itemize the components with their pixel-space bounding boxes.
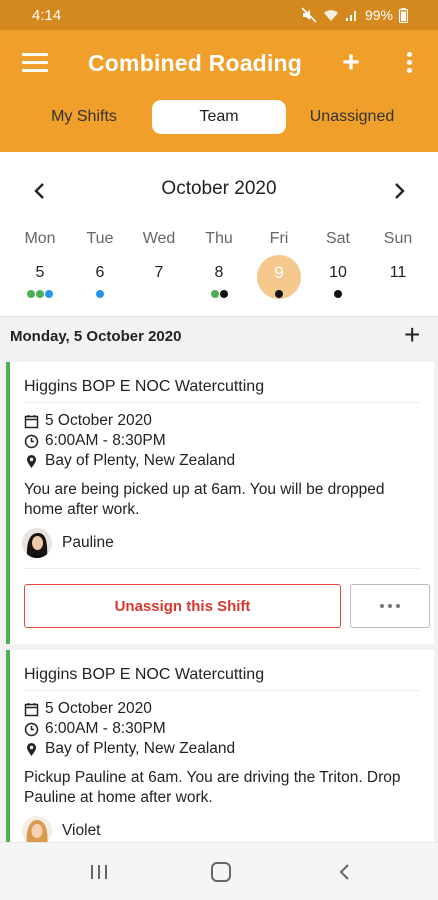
- event-dot: [36, 290, 44, 298]
- avatar: [22, 528, 52, 558]
- app-bar: Combined Roading +: [0, 30, 438, 100]
- shift-location: Bay of Plenty, New Zealand: [45, 452, 236, 469]
- more-options-button[interactable]: [350, 584, 430, 628]
- weekday-label: Sat: [325, 230, 350, 247]
- event-dot: [210, 290, 219, 298]
- event-dots: [315, 290, 361, 298]
- calendar-day[interactable]: 10: [315, 258, 361, 304]
- clock-icon: [24, 722, 39, 736]
- weekday-label: Sun: [383, 230, 413, 247]
- event-dot: [45, 290, 53, 298]
- calendar-day[interactable]: 6: [77, 258, 123, 304]
- clock-icon: [24, 434, 39, 448]
- hamburger-menu-icon[interactable]: [22, 53, 48, 77]
- battery-icon: [399, 7, 408, 23]
- day-number: 8: [214, 264, 224, 281]
- day-number: 7: [154, 264, 164, 281]
- shift-card[interactable]: Higgins BOP E NOC Watercutting 5 October…: [6, 650, 434, 846]
- calendar-icon: [24, 702, 39, 716]
- divider: [24, 568, 420, 569]
- event-dots: [196, 290, 242, 298]
- calendar-day[interactable]: 5: [17, 258, 63, 304]
- weekday-label: Thu: [205, 230, 233, 247]
- assignee-name: Violet: [62, 822, 101, 839]
- day-number: 9: [274, 263, 284, 282]
- shift-location: Bay of Plenty, New Zealand: [45, 740, 236, 757]
- event-dot: [27, 290, 35, 298]
- chevron-right-icon[interactable]: [384, 176, 414, 206]
- calendar-icon: [24, 414, 39, 428]
- event-dot: [275, 290, 283, 298]
- status-icons: 99%: [301, 7, 408, 23]
- event-dots: [17, 290, 63, 298]
- calendar-day[interactable]: 11: [375, 258, 421, 304]
- event-dots: [77, 290, 123, 298]
- home-icon[interactable]: [206, 859, 236, 885]
- wifi-icon: [323, 10, 338, 21]
- back-icon[interactable]: [330, 859, 360, 885]
- calendar-day-selected[interactable]: 9: [256, 255, 302, 304]
- shift-location-row: Bay of Plenty, New Zealand: [24, 452, 235, 470]
- calendar-day[interactable]: 8: [196, 258, 242, 304]
- shift-description: Pickup Pauline at 6am. You are driving t…: [24, 769, 401, 806]
- tab-unassigned[interactable]: Unassigned: [296, 100, 408, 134]
- location-pin-icon: [27, 742, 36, 756]
- unassign-shift-button[interactable]: Unassign this Shift: [24, 584, 341, 628]
- shift-time: 6:00AM - 8:30PM: [45, 432, 166, 449]
- section-date-title: Monday, 5 October 2020: [10, 328, 182, 345]
- shift-date-row: 5 October 2020: [24, 412, 152, 430]
- more-vert-icon[interactable]: [404, 52, 414, 76]
- shift-card[interactable]: Higgins BOP E NOC Watercutting 5 October…: [6, 362, 434, 644]
- shift-date: 5 October 2020: [45, 412, 152, 429]
- weekday-label: Wed: [142, 230, 176, 247]
- status-time: 4:14: [32, 6, 62, 24]
- event-dot: [334, 290, 342, 298]
- event-dot: [219, 290, 228, 298]
- assignee-row: Pauline: [22, 528, 114, 558]
- day-number: 5: [35, 264, 45, 281]
- location-pin-icon: [27, 454, 36, 468]
- calendar-header: October 2020: [0, 176, 438, 206]
- tab-team[interactable]: Team: [152, 100, 286, 134]
- day-number: 6: [95, 264, 105, 281]
- divider: [24, 402, 420, 403]
- calendar-month: October 2020: [161, 178, 277, 199]
- tab-my-shifts[interactable]: My Shifts: [22, 100, 146, 134]
- battery-percent: 99%: [364, 7, 393, 23]
- shift-date: 5 October 2020: [45, 700, 152, 717]
- signal-icon: [345, 11, 356, 21]
- app-title: Combined Roading: [88, 50, 303, 76]
- day-number: 10: [329, 264, 347, 281]
- weekday-label: Mon: [24, 230, 56, 247]
- shift-location-row: Bay of Plenty, New Zealand: [24, 740, 235, 758]
- shift-title: Higgins BOP E NOC Watercutting: [24, 378, 265, 395]
- shift-title: Higgins BOP E NOC Watercutting: [24, 666, 265, 683]
- divider: [24, 690, 420, 691]
- weekday-label: Tue: [86, 230, 114, 247]
- shift-time-row: 6:00AM - 8:30PM: [24, 720, 166, 738]
- shift-description: You are being picked up at 6am. You will…: [24, 481, 385, 518]
- event-dots: [256, 290, 302, 298]
- recent-apps-icon[interactable]: [84, 859, 114, 885]
- system-nav-bar: [0, 842, 438, 900]
- shift-time: 6:00AM - 8:30PM: [45, 720, 166, 737]
- tabs-bar: My Shifts Team Unassigned: [0, 100, 438, 152]
- mute-icon: [301, 7, 317, 23]
- event-dot: [96, 290, 104, 298]
- date-section-header: Monday, 5 October 2020 +: [0, 316, 438, 356]
- add-shift-icon[interactable]: +: [404, 321, 420, 349]
- day-number: 11: [389, 264, 407, 281]
- status-bar: 4:14 99%: [0, 0, 438, 30]
- calendar-day[interactable]: 7: [136, 258, 182, 304]
- shift-date-row: 5 October 2020: [24, 700, 152, 718]
- shift-time-row: 6:00AM - 8:30PM: [24, 432, 166, 450]
- weekday-label: Fri: [269, 230, 289, 247]
- assignee-name: Pauline: [62, 534, 114, 551]
- add-icon[interactable]: +: [338, 48, 364, 78]
- week-calendar: October 2020 Mon Tue Wed Thu Fri Sat Sun…: [0, 152, 438, 316]
